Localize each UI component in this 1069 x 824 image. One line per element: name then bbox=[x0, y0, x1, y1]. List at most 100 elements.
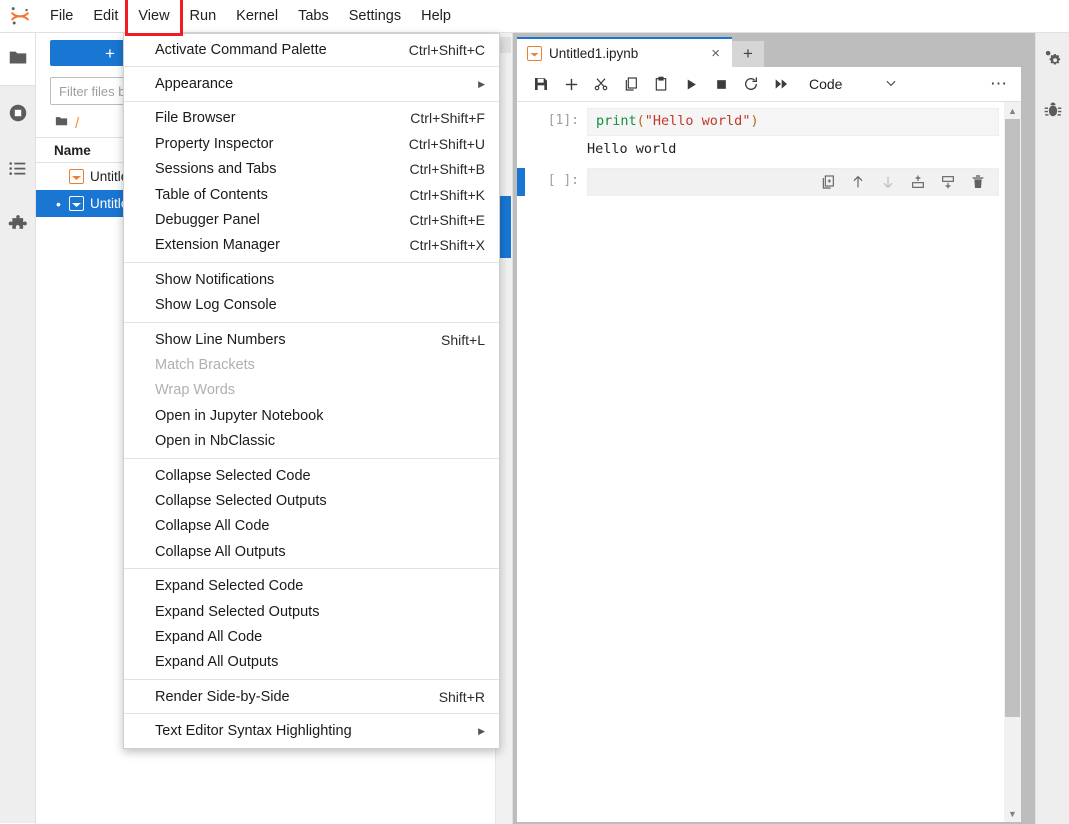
menu-item-extension-manager[interactable]: Extension Manager Ctrl+Shift+X bbox=[124, 233, 499, 258]
menu-item-collapse-selected-code[interactable]: Collapse Selected Code bbox=[124, 463, 499, 488]
menu-settings[interactable]: Settings bbox=[339, 0, 411, 33]
menu-view[interactable]: View bbox=[125, 0, 183, 36]
menu-item-show-line-numbers[interactable]: Show Line Numbers Shift+L bbox=[124, 327, 499, 352]
chevron-down-icon bbox=[884, 76, 898, 93]
menu-item-appearance[interactable]: Appearance ▶ bbox=[124, 71, 499, 96]
menu-item-text-editor-syntax-highlighting[interactable]: Text Editor Syntax Highlighting ▶ bbox=[124, 718, 499, 743]
breadcrumb-root[interactable]: / bbox=[75, 115, 79, 132]
tab-label: Untitled1.ipynb bbox=[549, 45, 639, 61]
menu-item-expand-selected-outputs[interactable]: Expand Selected Outputs bbox=[124, 599, 499, 624]
menu-item-match-brackets: Match Brackets bbox=[124, 352, 499, 377]
menu-item-collapse-all-code[interactable]: Collapse All Code bbox=[124, 514, 499, 539]
scrollbar-thumb-secondary[interactable] bbox=[1005, 691, 1020, 717]
menu-edit[interactable]: Edit bbox=[83, 0, 128, 33]
menu-item-expand-all-code[interactable]: Expand All Code bbox=[124, 624, 499, 649]
menu-file[interactable]: File bbox=[40, 0, 83, 33]
menu-separator bbox=[124, 100, 499, 102]
menu-item-label: Sessions and Tabs bbox=[155, 161, 277, 178]
cell-code-editor[interactable] bbox=[587, 168, 999, 196]
interrupt-kernel-button[interactable] bbox=[707, 70, 735, 98]
move-cell-up-icon[interactable] bbox=[850, 174, 866, 190]
notebook-file-icon bbox=[69, 196, 84, 211]
new-tab-button[interactable]: + bbox=[732, 41, 764, 67]
menu-item-open-in-jupyter-notebook[interactable]: Open in Jupyter Notebook bbox=[124, 403, 499, 428]
menu-item-expand-selected-code[interactable]: Expand Selected Code bbox=[124, 573, 499, 598]
tab-bar: Untitled1.ipynb × + bbox=[517, 37, 1035, 67]
menu-item-render-side-by-side[interactable]: Render Side-by-Side Shift+R bbox=[124, 684, 499, 709]
sidebar-item-file-browser[interactable] bbox=[0, 33, 35, 85]
insert-cell-above-icon[interactable] bbox=[910, 174, 926, 190]
menu-run[interactable]: Run bbox=[180, 0, 227, 33]
menu-item-sessions-and-tabs[interactable]: Sessions and Tabs Ctrl+Shift+B bbox=[124, 157, 499, 182]
running-sessions-icon bbox=[7, 102, 29, 127]
menu-item-label: Activate Command Palette bbox=[155, 41, 327, 58]
toolbar-overflow-button[interactable]: ⋯ bbox=[990, 74, 1011, 94]
copy-cell-button[interactable] bbox=[617, 70, 645, 98]
menu-item-activate-command-palette[interactable]: Activate Command Palette Ctrl+Shift+C bbox=[124, 37, 499, 62]
move-cell-down-icon[interactable] bbox=[880, 174, 896, 190]
scroll-down-arrow-icon[interactable]: ▼ bbox=[1004, 805, 1021, 822]
close-icon[interactable]: × bbox=[707, 45, 724, 62]
menu-item-label: Expand All Code bbox=[155, 628, 263, 645]
menu-item-label: Match Brackets bbox=[155, 356, 255, 373]
cell-selection-bar bbox=[517, 108, 525, 136]
menu-tabs[interactable]: Tabs bbox=[288, 0, 339, 33]
folder-icon bbox=[54, 114, 69, 132]
scroll-up-arrow-icon[interactable]: ▲ bbox=[1004, 102, 1021, 119]
notebook-scrollbar[interactable]: ▲ ▼ bbox=[1004, 102, 1021, 822]
menu-item-show-notifications[interactable]: Show Notifications bbox=[124, 267, 499, 292]
table-of-contents-icon bbox=[7, 158, 29, 183]
menu-item-shortcut: Ctrl+Shift+X bbox=[409, 237, 485, 254]
notebook-file-icon bbox=[69, 169, 84, 184]
menu-item-table-of-contents[interactable]: Table of Contents Ctrl+Shift+K bbox=[124, 182, 499, 207]
menu-separator bbox=[124, 678, 499, 680]
restart-kernel-button[interactable] bbox=[737, 70, 765, 98]
cell-code-editor[interactable]: print("Hello world") bbox=[587, 108, 999, 136]
menu-item-shortcut: Ctrl+Shift+B bbox=[409, 161, 485, 178]
code-token-string: "Hello world" bbox=[644, 113, 751, 129]
duplicate-cell-icon[interactable] bbox=[820, 174, 836, 190]
menu-item-label: Show Notifications bbox=[155, 271, 275, 288]
menu-item-file-browser[interactable]: File Browser Ctrl+Shift+F bbox=[124, 106, 499, 131]
scrollbar-thumb[interactable] bbox=[1005, 119, 1020, 691]
delete-cell-icon[interactable] bbox=[970, 174, 986, 190]
notebook-file-icon bbox=[527, 45, 542, 61]
sidebar-item-running-sessions[interactable] bbox=[0, 86, 35, 142]
right-activity-bar bbox=[1035, 33, 1069, 824]
menu-item-label: Extension Manager bbox=[155, 237, 280, 254]
cell-type-dropdown[interactable]: Code bbox=[809, 76, 898, 93]
menu-help[interactable]: Help bbox=[411, 0, 461, 33]
menu-item-wrap-words: Wrap Words bbox=[124, 378, 499, 403]
chevron-right-icon: ▶ bbox=[478, 725, 485, 736]
menu-item-shortcut: Ctrl+Shift+U bbox=[408, 135, 485, 152]
menu-item-property-inspector[interactable]: Property Inspector Ctrl+Shift+U bbox=[124, 131, 499, 156]
run-cell-button[interactable] bbox=[677, 70, 705, 98]
cut-cell-button[interactable] bbox=[587, 70, 615, 98]
menu-item-expand-all-outputs[interactable]: Expand All Outputs bbox=[124, 650, 499, 675]
tab-untitled1-ipynb[interactable]: Untitled1.ipynb × bbox=[517, 37, 732, 67]
menu-item-collapse-selected-outputs[interactable]: Collapse Selected Outputs bbox=[124, 488, 499, 513]
sidebar-item-extension-manager[interactable] bbox=[0, 198, 35, 254]
insert-cell-below-icon[interactable] bbox=[940, 174, 956, 190]
menu-kernel[interactable]: Kernel bbox=[226, 0, 288, 33]
cell-type-value: Code bbox=[809, 76, 843, 92]
sidebar-item-property-inspector[interactable] bbox=[1036, 33, 1069, 85]
menu-separator bbox=[124, 568, 499, 570]
notebook-toolbar: Code ⋯ bbox=[517, 67, 1021, 102]
menu-item-label: Expand Selected Outputs bbox=[155, 603, 320, 620]
save-button[interactable] bbox=[527, 70, 555, 98]
restart-run-all-button[interactable] bbox=[767, 70, 795, 98]
sidebar-item-table-of-contents[interactable] bbox=[0, 142, 35, 198]
sidebar-item-debugger[interactable] bbox=[1036, 85, 1069, 137]
menu-item-open-in-nbclassic[interactable]: Open in NbClassic bbox=[124, 428, 499, 453]
menu-item-debugger-panel[interactable]: Debugger Panel Ctrl+Shift+E bbox=[124, 207, 499, 232]
property-inspector-icon bbox=[1042, 47, 1063, 71]
insert-cell-button[interactable] bbox=[557, 70, 585, 98]
paste-cell-button[interactable] bbox=[647, 70, 675, 98]
notebook-cell[interactable]: [1]: print("Hello world") bbox=[517, 102, 1021, 136]
menu-item-label: Collapse All Code bbox=[155, 518, 270, 535]
menu-item-label: Wrap Words bbox=[155, 382, 236, 399]
menu-item-show-log-console[interactable]: Show Log Console bbox=[124, 293, 499, 318]
menu-item-collapse-all-outputs[interactable]: Collapse All Outputs bbox=[124, 539, 499, 564]
notebook-cell[interactable]: [ ]: bbox=[517, 162, 1021, 196]
